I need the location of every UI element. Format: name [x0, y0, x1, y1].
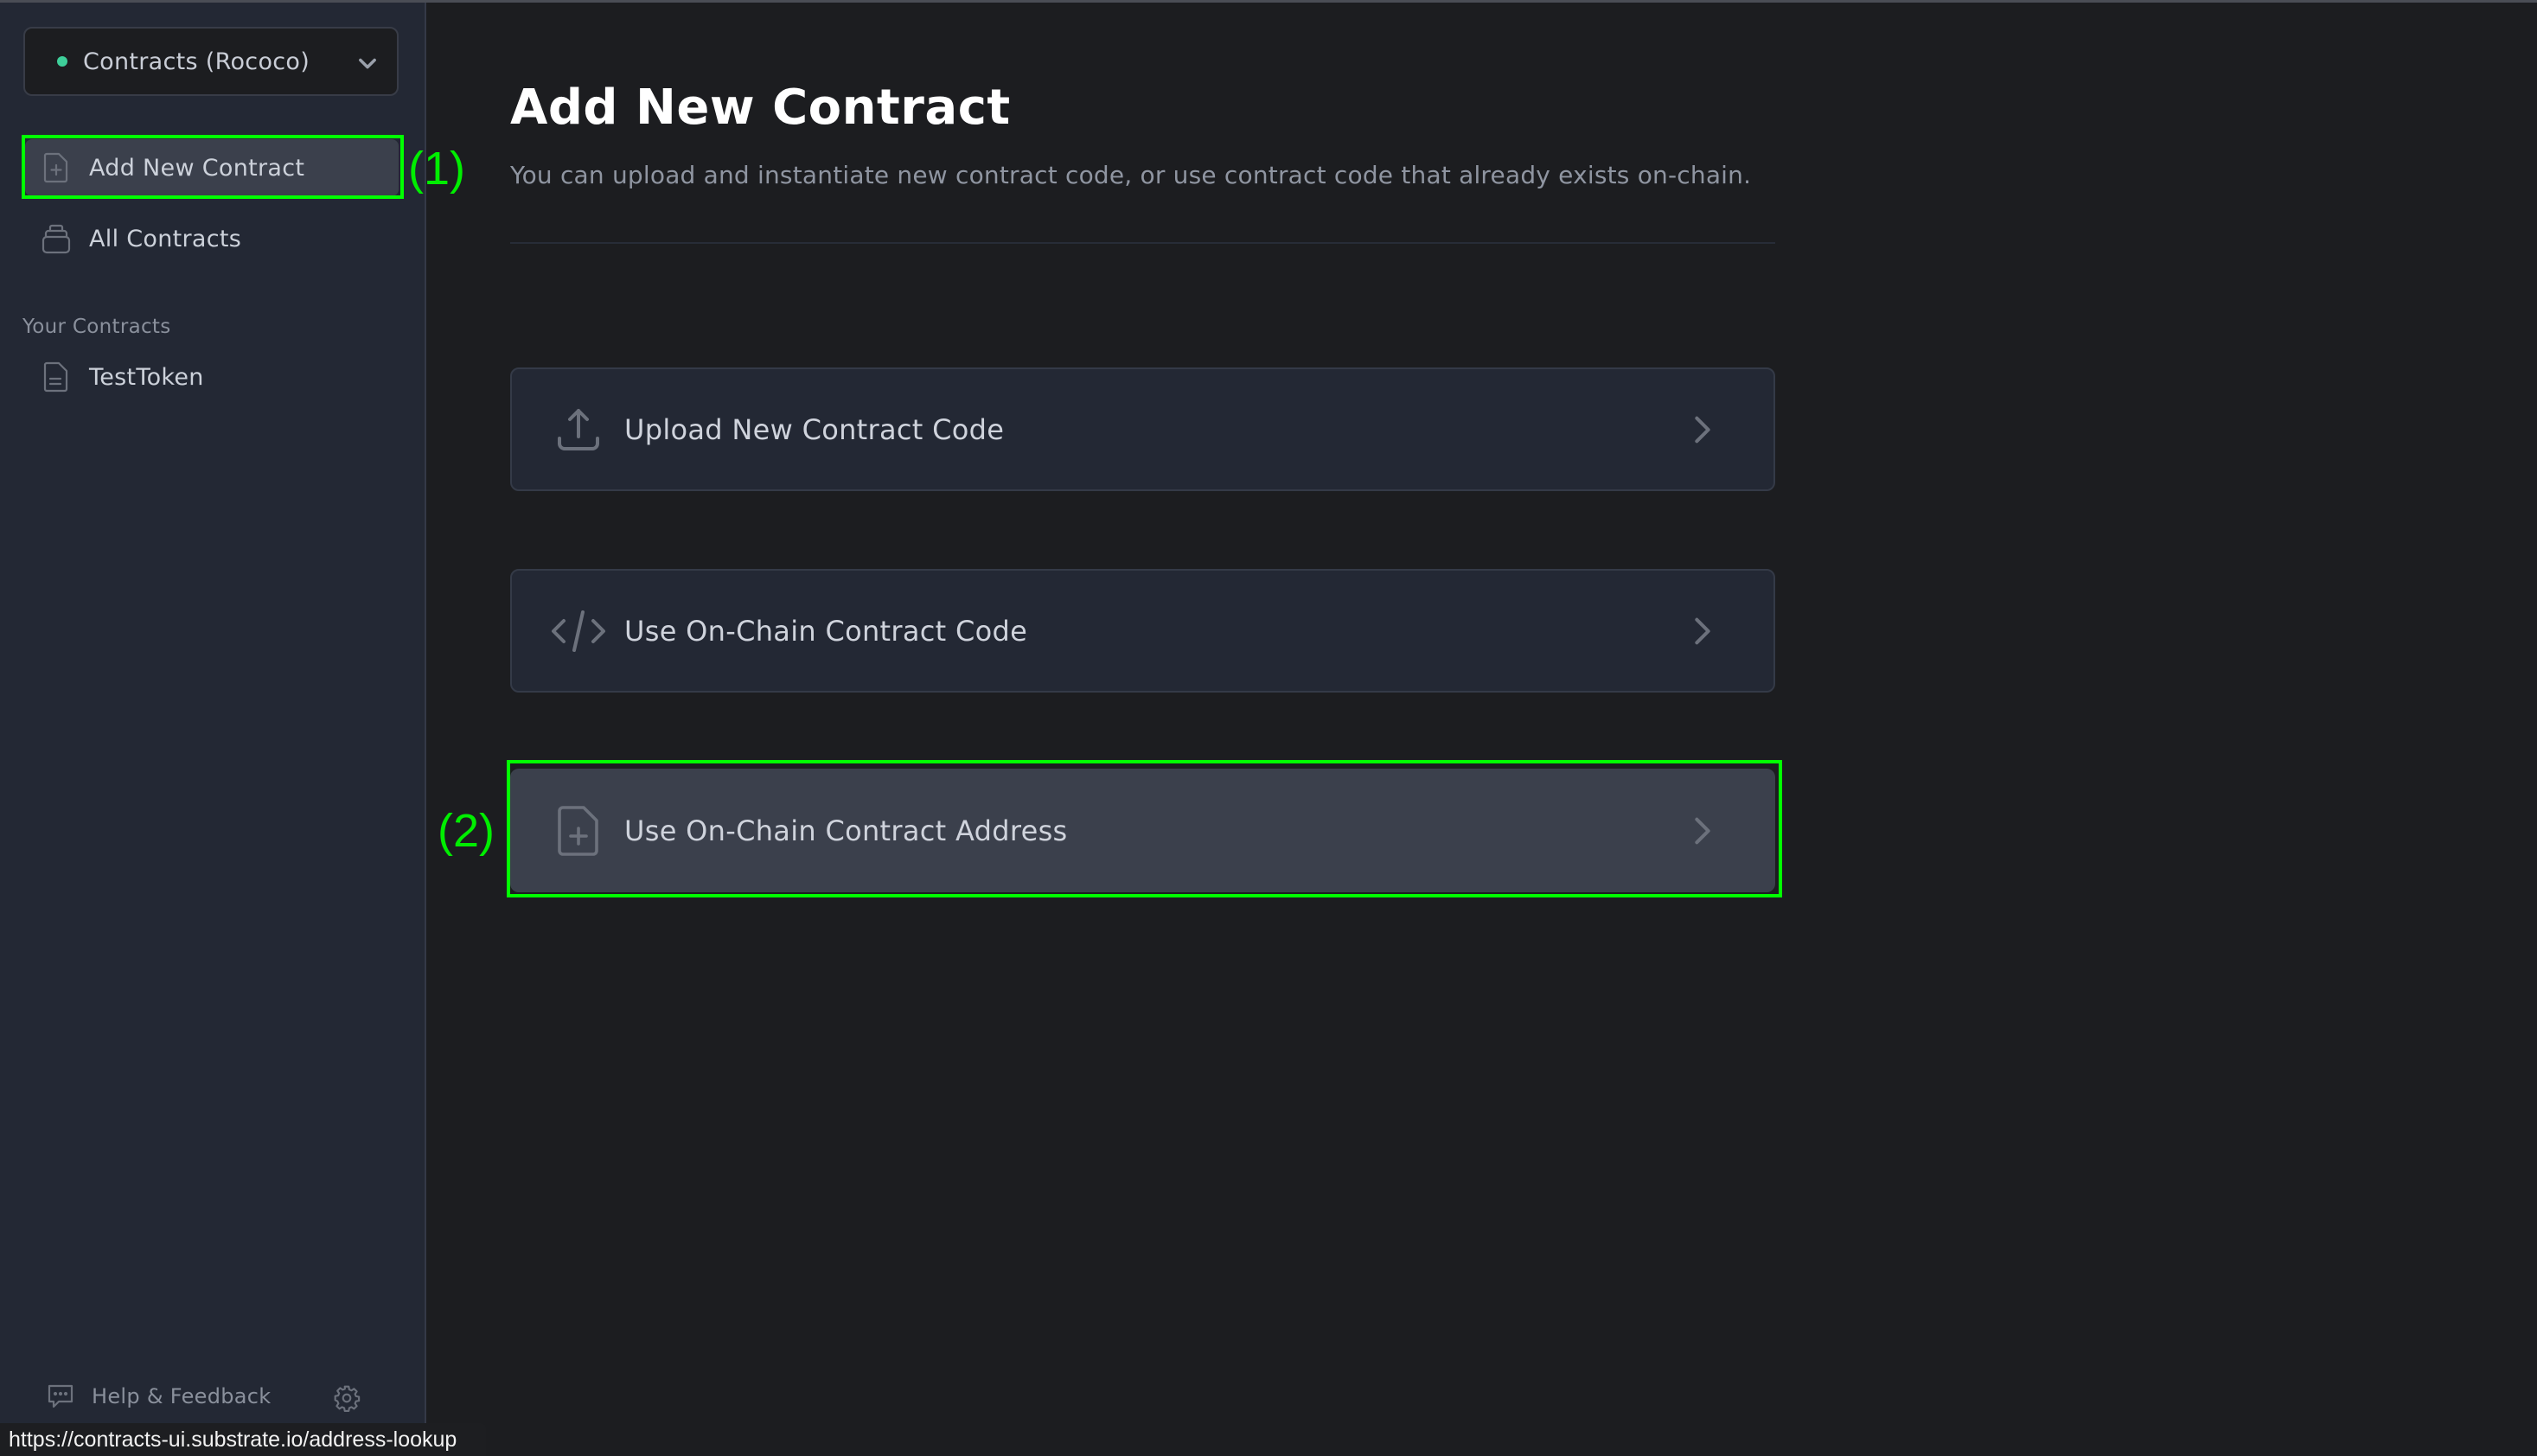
chevron-right-icon — [1695, 617, 1710, 644]
upload-new-contract-code-button[interactable]: Upload New Contract Code — [510, 367, 1775, 491]
sidebar-item-all-contracts[interactable]: All Contracts — [25, 210, 399, 267]
header-divider — [510, 242, 1775, 244]
file-plus-icon — [41, 152, 72, 183]
chevron-right-icon — [1695, 817, 1710, 844]
document-icon — [41, 361, 72, 393]
gear-icon[interactable] — [333, 1384, 361, 1412]
sidebar: Contracts (Rococo) Add New Contract All … — [0, 3, 426, 1456]
sidebar-item-testtoken[interactable]: TestToken — [25, 348, 399, 406]
page-subtitle: You can upload and instantiate new contr… — [510, 161, 1752, 189]
upload-icon — [548, 399, 609, 460]
option-label: Upload New Contract Code — [624, 412, 1005, 446]
chat-bubble-icon — [48, 1384, 73, 1408]
use-on-chain-contract-address-button[interactable]: Use On-Chain Contract Address — [510, 769, 1775, 892]
your-contracts-heading: Your Contracts — [22, 316, 171, 338]
annotation-label-2: (2) — [438, 805, 495, 857]
option-label: Use On-Chain Contract Code — [624, 614, 1028, 648]
stack-icon — [41, 223, 72, 254]
page-title: Add New Contract — [510, 80, 1011, 136]
chevron-right-icon — [1695, 416, 1710, 443]
file-plus-icon — [548, 801, 609, 861]
sidebar-item-add-new-contract[interactable]: Add New Contract — [25, 139, 399, 196]
code-icon — [548, 601, 609, 661]
help-feedback-link[interactable]: Help & Feedback — [47, 1383, 271, 1410]
sidebar-item-label: Add New Contract — [89, 154, 305, 182]
annotation-label-1: (1) — [408, 143, 465, 195]
network-selector[interactable]: Contracts (Rococo) — [23, 27, 399, 96]
chevron-down-icon — [359, 58, 376, 69]
sidebar-item-label: TestToken — [89, 363, 204, 391]
connection-status-dot — [57, 56, 67, 67]
network-label: Contracts (Rococo) — [83, 48, 310, 75]
help-feedback-label: Help & Feedback — [92, 1384, 272, 1408]
link-preview-statusbar: https://contracts-ui.substrate.io/addres… — [0, 1423, 486, 1456]
option-label: Use On-Chain Contract Address — [624, 814, 1068, 847]
sidebar-item-label: All Contracts — [89, 225, 242, 252]
use-on-chain-contract-code-button[interactable]: Use On-Chain Contract Code — [510, 569, 1775, 693]
